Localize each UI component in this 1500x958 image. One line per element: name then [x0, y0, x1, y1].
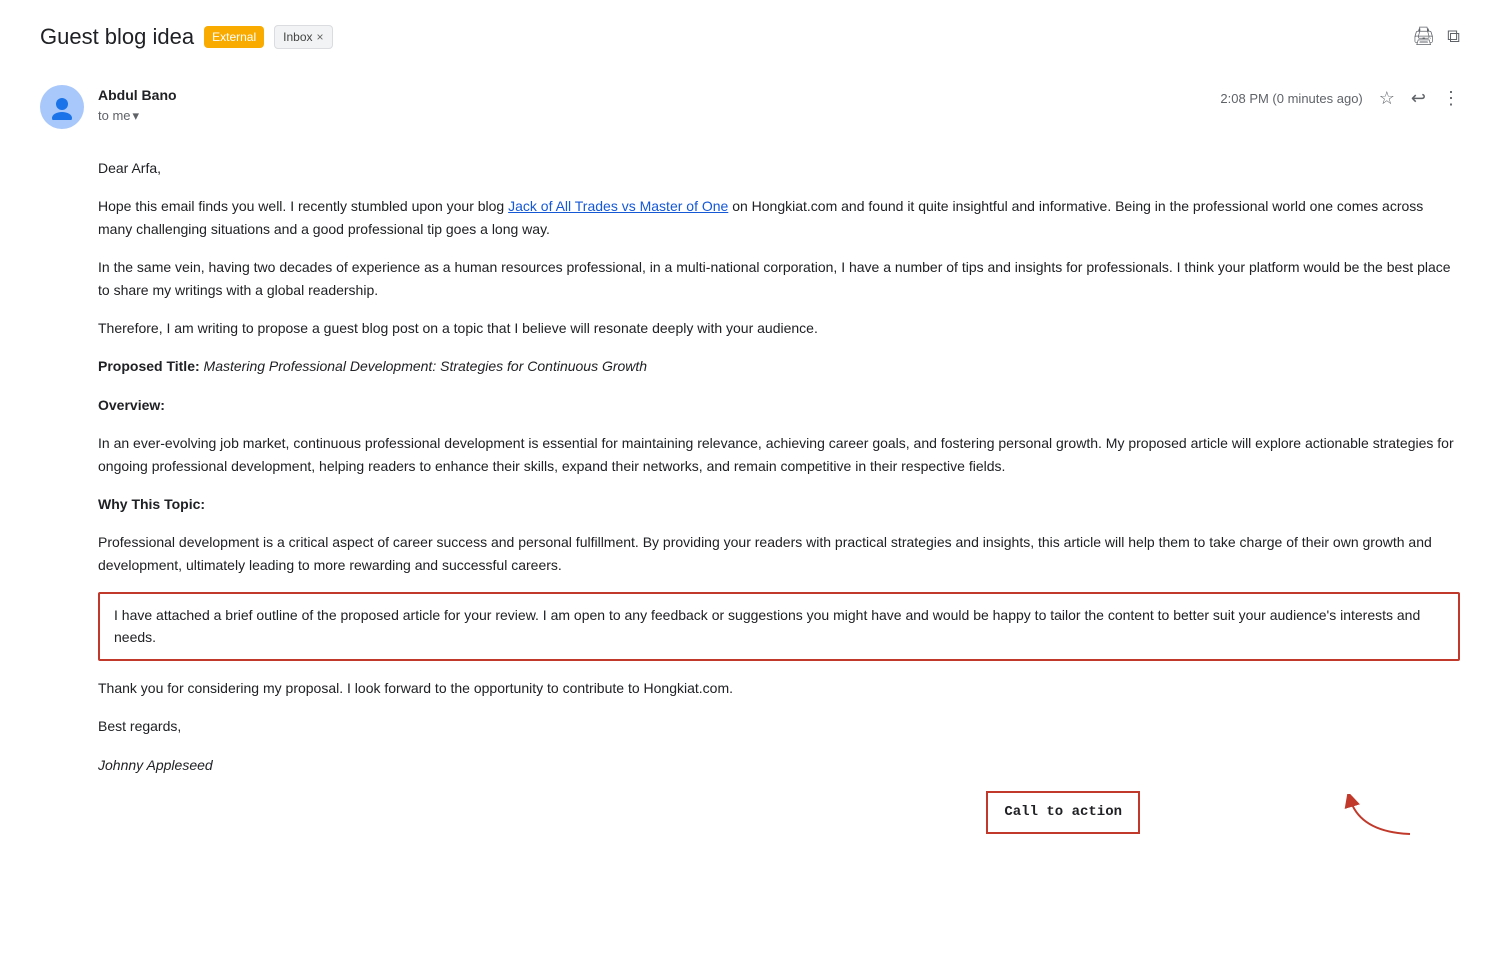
cta-paragraph-text: I have attached a brief outline of the p… [114, 607, 1420, 645]
overview-body: In an ever-evolving job market, continuo… [98, 432, 1460, 477]
avatar [40, 85, 84, 129]
why-label: Why This Topic: [98, 496, 205, 512]
proposed-title-label: Proposed Title: [98, 358, 200, 374]
cta-annotation-group: Call to action [1340, 794, 1420, 844]
cta-highlighted-paragraph: I have attached a brief outline of the p… [98, 592, 1460, 661]
closing2: Best regards, [98, 715, 1460, 737]
reply-icon[interactable]: ↩ [1411, 85, 1426, 112]
open-window-icon[interactable]: ⧉ [1447, 23, 1460, 50]
sender-info: Abdul Bano to me ▾ [98, 85, 177, 126]
sender-name: Abdul Bano [98, 85, 177, 106]
why-label-line: Why This Topic: [98, 493, 1460, 515]
para1: Hope this email finds you well. I recent… [98, 195, 1460, 240]
signature: Johnny Appleseed [98, 754, 1460, 776]
overview-label: Overview: [98, 397, 165, 413]
badge-external: External [204, 26, 264, 48]
print-icon[interactable]: 🖨 [1412, 23, 1435, 50]
badge-inbox-label: Inbox [283, 28, 312, 46]
email-title-row: Guest blog idea External Inbox × [40, 20, 333, 53]
more-options-icon[interactable]: ⋮ [1442, 85, 1460, 112]
why-body: Professional development is a critical a… [98, 531, 1460, 576]
sender-actions: 2:08 PM (0 minutes ago) ☆ ↩ ⋮ [1220, 85, 1460, 112]
para1-link[interactable]: Jack of All Trades vs Master of One [508, 198, 728, 214]
email-header: Guest blog idea External Inbox × 🖨 ⧉ [40, 20, 1460, 61]
email-body: Dear Arfa, Hope this email finds you wel… [98, 157, 1460, 844]
dropdown-icon[interactable]: ▾ [133, 106, 140, 126]
sender-row: Abdul Bano to me ▾ 2:08 PM (0 minutes ag… [40, 85, 1460, 137]
star-icon[interactable]: ☆ [1379, 85, 1395, 112]
proposed-title-line: Proposed Title: Mastering Professional D… [98, 355, 1460, 377]
cta-annotation-text: Call to action [1004, 804, 1122, 820]
cta-annotation-box: Call to action [986, 791, 1140, 833]
para3: Therefore, I am writing to propose a gue… [98, 317, 1460, 339]
closing1: Thank you for considering my proposal. I… [98, 677, 1460, 699]
badge-inbox: Inbox × [274, 25, 332, 49]
cta-arrow-svg [1340, 794, 1420, 844]
top-right-icons: 🖨 ⧉ [1412, 23, 1460, 50]
to-label: to me [98, 106, 131, 126]
timestamp: 2:08 PM (0 minutes ago) [1220, 89, 1362, 109]
email-container: Guest blog idea External Inbox × 🖨 ⧉ Abd… [0, 0, 1500, 884]
salutation: Dear Arfa, [98, 157, 1460, 179]
overview-label-line: Overview: [98, 394, 1460, 416]
cta-arrow-area [1340, 794, 1420, 844]
proposed-title-value: Mastering Professional Development: Stra… [200, 358, 647, 374]
sender-to[interactable]: to me ▾ [98, 106, 177, 126]
sender-left: Abdul Bano to me ▾ [40, 85, 177, 129]
badge-inbox-close[interactable]: × [317, 28, 324, 46]
email-subject: Guest blog idea [40, 20, 194, 53]
para1-before-link: Hope this email finds you well. I recent… [98, 198, 508, 214]
signature-area: Johnny Appleseed Call to action [98, 754, 1460, 844]
para2: In the same vein, having two decades of … [98, 256, 1460, 301]
